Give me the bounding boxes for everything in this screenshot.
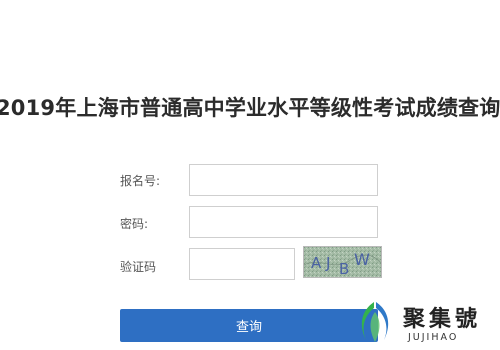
password-label: 密码:	[120, 217, 149, 231]
password-input[interactable]	[189, 206, 378, 238]
registration-number-label: 报名号:	[120, 174, 161, 188]
captcha-char: W	[354, 250, 370, 269]
captcha-input[interactable]	[189, 248, 295, 280]
captcha-label: 验证码	[120, 260, 157, 274]
watermark: 聚集號 JUJIHAO	[350, 294, 500, 350]
captcha-char: A	[311, 254, 322, 272]
registration-number-input[interactable]	[189, 164, 378, 196]
watermark-name: 聚集號	[403, 306, 482, 332]
captcha-char: B	[339, 260, 349, 277]
captcha-image[interactable]: A J B W	[303, 246, 382, 278]
watermark-subtitle: JUJIHAO	[408, 332, 459, 343]
captcha-noise-graphic: A J B W	[304, 247, 381, 277]
query-button[interactable]: 查询	[120, 309, 378, 342]
jujihao-logo-icon	[361, 302, 389, 342]
captcha-char: J	[325, 254, 330, 272]
page-title: 2019年上海市普通高中学业水平等级性考试成绩查询	[0, 96, 500, 120]
